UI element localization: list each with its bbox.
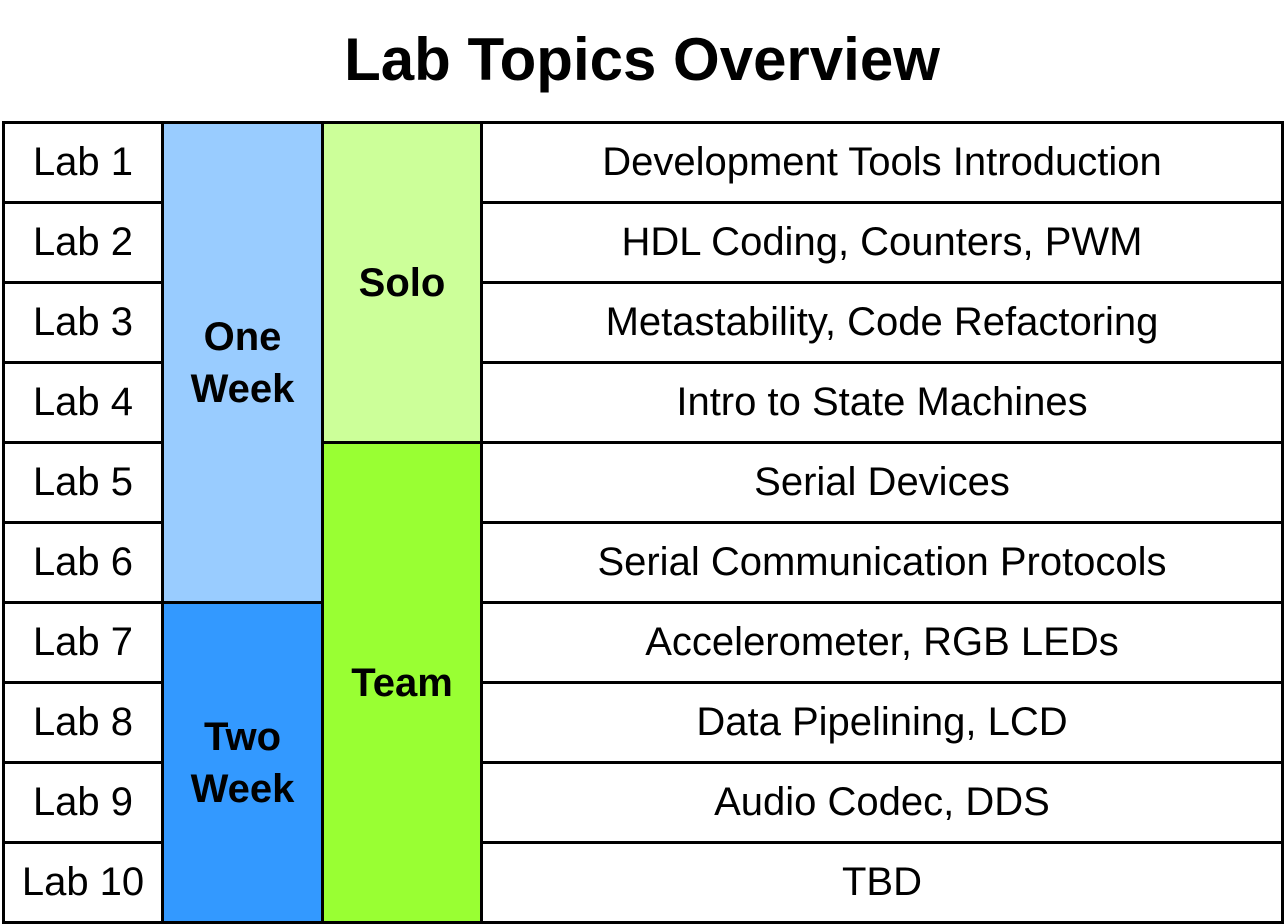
lab-label-4: Lab 4 [2,361,164,444]
duration-two-week: Two Week [161,601,324,924]
page-title: Lab Topics Overview [344,26,940,93]
mode-team-label: Team [351,660,453,705]
lab-topic-4: Intro to State Machines [480,361,1284,444]
lab-topic-2: HDL Coding, Counters, PWM [480,201,1284,284]
duration-two-week-line1: Two [203,714,281,759]
lab-topic-10: TBD [480,841,1284,924]
duration-two-week-line2: Week [190,766,295,811]
lab-topic-9: Audio Codec, DDS [480,761,1284,844]
lab-label-10: Lab 10 [2,841,164,924]
lab-label-1: Lab 1 [2,121,164,204]
lab-topic-3: Metastability, Code Refactoring [480,281,1284,364]
mode-team: Team [321,441,483,924]
mode-solo: Solo [321,121,483,444]
lab-label-5: Lab 5 [2,441,164,524]
duration-one-week-line1: One [203,314,282,359]
lab-label-2: Lab 2 [2,201,164,284]
duration-one-week: One Week [161,121,324,604]
lab-topic-5: Serial Devices [480,441,1284,524]
lab-label-6: Lab 6 [2,521,164,604]
mode-solo-label: Solo [358,260,446,305]
lab-topic-1: Development Tools Introduction [480,121,1284,204]
duration-one-week-line2: Week [190,366,295,411]
lab-topic-7: Accelerometer, RGB LEDs [480,601,1284,684]
lab-label-8: Lab 8 [2,681,164,764]
lab-label-3: Lab 3 [2,281,164,364]
lab-topic-8: Data Pipelining, LCD [480,681,1284,764]
lab-label-9: Lab 9 [2,761,164,844]
lab-label-7: Lab 7 [2,601,164,684]
lab-topic-6: Serial Communication Protocols [480,521,1284,604]
